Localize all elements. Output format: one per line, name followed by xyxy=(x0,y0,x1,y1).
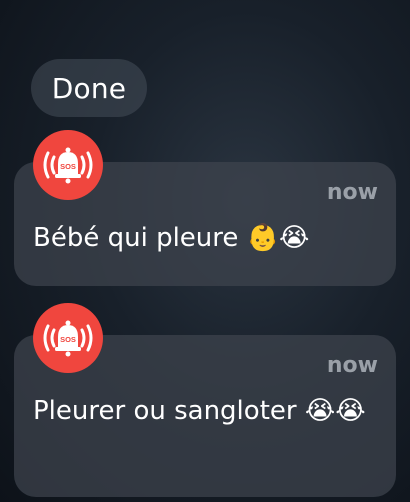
sos-icon-text: SOS xyxy=(60,335,76,344)
sos-bell-icon: SOS xyxy=(33,303,103,373)
sos-bell-icon: SOS xyxy=(33,130,103,200)
notification-timestamp: now xyxy=(326,180,378,205)
sos-icon-text: SOS xyxy=(60,162,76,171)
notification-message: Bébé qui pleure 👶😭 xyxy=(33,223,310,253)
done-button[interactable]: Done xyxy=(31,59,147,117)
notification-message: Pleurer ou sangloter 😭😭 xyxy=(33,396,366,426)
notification-timestamp: now xyxy=(326,353,378,378)
